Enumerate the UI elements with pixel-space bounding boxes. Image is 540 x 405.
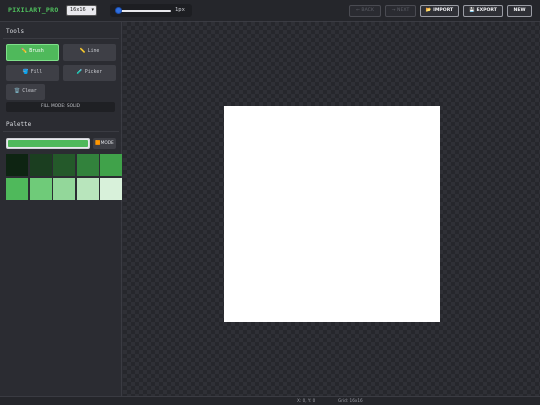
tool-clear-button[interactable]: 🗑️ Clear — [6, 84, 45, 100]
top-toolbar: PIXILART_PRO 16x16 ▾ 1px ← BACK → NEXT 📂… — [0, 0, 540, 22]
canvas-stage — [123, 22, 540, 396]
tool-brush-button[interactable]: ✏️ Brush — [6, 44, 59, 61]
palette-swatch[interactable] — [100, 154, 122, 176]
tools-heading: Tools — [6, 28, 25, 35]
app-logo: PIXILART_PRO — [8, 6, 59, 14]
palette-swatch[interactable] — [29, 154, 52, 176]
brush-size-slider[interactable] — [117, 10, 171, 12]
canvas-size-value: 16x16 — [70, 7, 86, 13]
palette-swatch[interactable] — [100, 177, 122, 200]
app-title-suffix: _PRO — [41, 6, 59, 14]
trash-icon: 🗑️ — [14, 89, 21, 94]
tool-fill-label: Fill — [30, 70, 43, 75]
brush-size-control: 1px — [110, 4, 192, 17]
palette-swatch[interactable] — [6, 177, 28, 200]
fill-mode-toggle[interactable]: FILL MODE: SOLID — [6, 102, 115, 112]
palette-swatch[interactable] — [53, 154, 75, 176]
canvas-size-select[interactable]: 16x16 ▾ — [66, 5, 97, 16]
tool-picker-label: Picker — [84, 70, 103, 75]
tool-picker-button[interactable]: 🧪 Picker — [63, 65, 116, 81]
palette-swatch[interactable] — [53, 177, 75, 200]
export-button[interactable]: 💾 EXPORT — [463, 5, 503, 17]
tool-fill-button[interactable]: 🪣 Fill — [6, 65, 59, 81]
tool-brush-label: Brush — [29, 49, 44, 54]
current-color-swatch — [8, 140, 88, 147]
color-mode-label: MODE — [100, 141, 114, 146]
brush-size-slider-thumb[interactable] — [115, 7, 122, 14]
next-button[interactable]: → NEXT — [385, 5, 416, 17]
app-title-main: PIXILART — [8, 6, 42, 14]
color-mode-button[interactable]: 🟧MODE — [93, 138, 116, 149]
tool-line-label: Line — [87, 49, 100, 54]
bucket-icon: 🪣 — [22, 70, 29, 75]
grid-size-info: Grid: 16x16 — [338, 398, 363, 403]
ruler-icon: 📏 — [79, 49, 86, 54]
tool-line-button[interactable]: 📏 Line — [63, 44, 116, 61]
import-button[interactable]: 📂 IMPORT — [420, 5, 459, 17]
palette-swatch[interactable] — [76, 154, 99, 176]
chevron-down-icon: ▾ — [91, 7, 94, 13]
current-color-input[interactable] — [6, 138, 90, 149]
new-button[interactable]: NEW — [507, 5, 532, 17]
tools-divider — [3, 38, 119, 39]
picker-icon: 🧪 — [76, 70, 83, 75]
brush-size-label: 1px — [175, 7, 185, 13]
sidebar: Tools ✏️ Brush 📏 Line 🪣 Fill 🧪 Picker 🗑️ Clea… — [0, 22, 122, 396]
status-bar: X: 0, Y: 0 Grid: 16x16 — [0, 396, 540, 405]
palette-swatch[interactable] — [29, 177, 52, 200]
drawing-canvas[interactable] — [224, 106, 440, 322]
palette-swatch[interactable] — [6, 154, 28, 176]
palette-divider — [3, 131, 119, 132]
cursor-coordinates: X: 0, Y: 0 — [297, 398, 316, 403]
back-button[interactable]: ← BACK — [349, 5, 381, 17]
palette-swatch[interactable] — [76, 177, 99, 200]
brush-icon: ✏️ — [21, 49, 28, 54]
tool-clear-label: Clear — [22, 89, 37, 94]
palette-heading: Palette — [6, 121, 32, 128]
